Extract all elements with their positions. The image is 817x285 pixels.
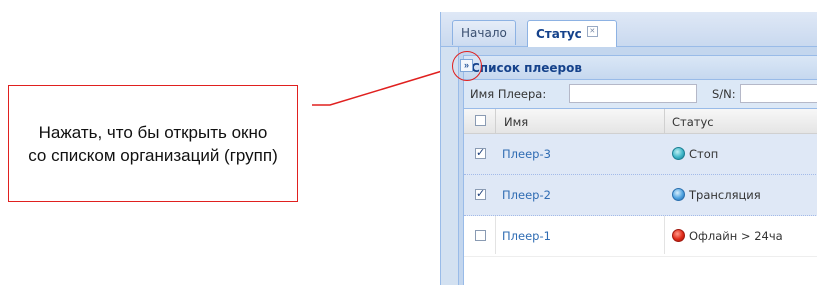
players-panel: Список плееров Имя Плеера: S/N: Имя Стат… [463,55,817,285]
status-text: Офлайн > 24ча [689,229,783,243]
player-status: Стоп [672,147,718,161]
grid-header: Имя Статус [464,109,817,134]
status-text: Трансляция [689,188,761,202]
player-name-link[interactable]: Плеер-2 [502,188,551,202]
tab-home[interactable]: Начало [452,20,516,45]
table-row[interactable]: Плеер-3 Стоп [464,134,817,175]
player-name-input[interactable] [569,84,697,103]
red-status-icon [672,229,685,242]
sn-label: S/N: [712,87,736,101]
row-checkbox[interactable] [475,187,486,200]
tab-status[interactable]: Статус ✕ [527,20,617,47]
panel-title: Список плееров [464,56,817,80]
player-name-link[interactable]: Плеер-1 [502,229,551,243]
row-checkbox[interactable] [475,230,486,241]
player-name-link[interactable]: Плеер-3 [502,147,551,161]
collapsed-sidebar [441,47,459,285]
player-status: Трансляция [672,188,761,202]
player-name-label: Имя Плеера: [470,87,547,101]
blue-status-icon [672,188,685,201]
column-header-status[interactable]: Статус [672,115,714,129]
column-separator [495,109,496,133]
tab-bar: Начало Статус ✕ [441,12,817,47]
filter-bar: Имя Плеера: S/N: [464,80,817,109]
player-status: Офлайн > 24ча [672,229,783,243]
select-all-checkbox[interactable] [475,115,486,126]
row-checkbox[interactable] [475,146,486,159]
callout-text: Нажать, что бы открыть окно со списком о… [28,122,278,165]
tab-status-label: Статус [536,27,582,41]
status-text: Стоп [689,147,719,161]
grid-body: Плеер-3 Стоп Плеер-2 Трансляция Плеер-1 … [464,134,817,257]
teal-status-icon [672,147,685,160]
column-separator [664,109,665,133]
table-row[interactable]: Плеер-2 Трансляция [464,175,817,216]
column-header-name[interactable]: Имя [504,115,528,129]
close-icon[interactable]: ✕ [586,26,598,37]
table-row[interactable]: Плеер-1 Офлайн > 24ча [464,216,817,257]
app-window: Начало Статус ✕ Список плееров Имя Плеера… [440,12,817,285]
sn-input[interactable] [740,84,817,103]
tab-home-label: Начало [461,26,507,40]
annotation-callout: Нажать, что бы открыть окно со списком о… [8,85,298,202]
double-chevron-right-icon[interactable]: » [460,59,473,72]
